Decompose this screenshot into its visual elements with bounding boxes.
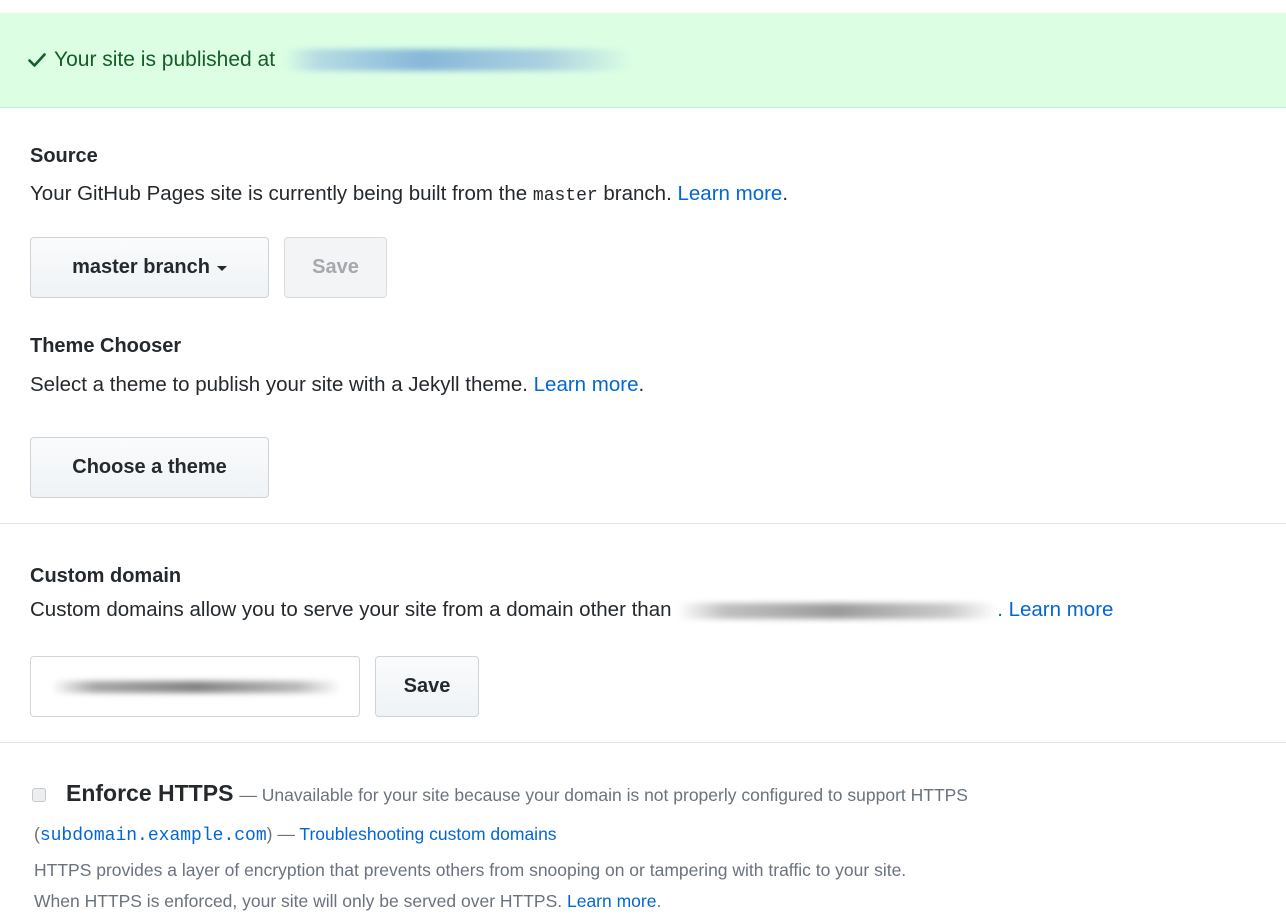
custom-domain-heading: Custom domain <box>30 565 182 587</box>
enforce-https-checkbox[interactable] <box>32 788 46 802</box>
branch-dropdown-label: master branch <box>72 256 210 278</box>
custom-domain-input[interactable] <box>30 656 360 717</box>
paren-close: ) — <box>266 824 295 844</box>
section-divider <box>0 523 1286 524</box>
custom-domain-section: Custom domain Custom domains allow you t… <box>30 565 1286 622</box>
custom-domain-learn-more-link[interactable]: . Learn more <box>997 598 1113 621</box>
https-info-line-1: HTTPS provides a layer of encryption tha… <box>34 860 907 880</box>
github-pages-settings: Your site is published at Source Your Gi… <box>0 0 1286 917</box>
enforce-https-line: Enforce HTTPS — Unavailable for your site… <box>66 780 968 807</box>
source-heading: Source <box>30 145 98 167</box>
https-unavailable-text: — Unavailable for your site because your… <box>239 785 968 805</box>
source-learn-more-link[interactable]: Learn more <box>678 182 783 205</box>
default-domain <box>677 602 998 619</box>
theme-learn-more-link[interactable]: Learn more <box>534 373 639 396</box>
https-info-text-2: When HTTPS is enforced, your site will o… <box>34 891 563 911</box>
theme-description: Select a theme to publish your site with… <box>30 373 1286 397</box>
theme-desc-text: Select a theme to publish your site with… <box>30 373 528 396</box>
source-description: Your GitHub Pages site is currently bein… <box>30 182 1286 206</box>
domain-code: subdomain.example.com <box>39 826 267 846</box>
custom-domain-save-button[interactable]: Save <box>375 656 479 717</box>
source-section: Source Your GitHub Pages site is current… <box>30 145 1286 206</box>
check-icon <box>28 52 46 68</box>
section-divider-2 <box>0 742 1286 743</box>
published-message: Your site is published at <box>54 48 276 71</box>
choose-theme-button[interactable]: Choose a theme <box>30 437 269 498</box>
branch-code: master <box>532 186 598 206</box>
source-period: . <box>782 182 789 205</box>
branch-dropdown-button[interactable]: master branch <box>30 237 269 298</box>
troubleshooting-link[interactable]: Troubleshooting custom domains <box>299 824 556 844</box>
source-desc-suffix: branch. <box>603 182 672 205</box>
source-save-button[interactable]: Save <box>284 237 387 298</box>
published-flash: Your site is published at <box>0 13 1286 108</box>
theme-section: Theme Chooser Select a theme to publish … <box>30 335 1286 397</box>
custom-domain-desc-prefix: Custom domains allow you to serve your s… <box>30 598 672 621</box>
custom-domain-description: Custom domains allow you to serve your s… <box>30 598 1286 622</box>
enforce-https-title: Enforce HTTPS <box>66 780 234 806</box>
https-learn-more-link[interactable]: Learn more <box>567 891 657 911</box>
source-desc-prefix: Your GitHub Pages site is currently bein… <box>30 182 528 205</box>
custom-domain-value <box>51 681 341 693</box>
https-period: . <box>656 891 662 911</box>
theme-period: . <box>638 373 645 396</box>
theme-heading: Theme Chooser <box>30 335 182 357</box>
published-url[interactable] <box>283 49 634 71</box>
https-info-line-2: When HTTPS is enforced, your site will o… <box>34 891 661 912</box>
chevron-down-icon <box>216 266 227 271</box>
https-domain-line: (subdomain.example.com) — Troubleshootin… <box>34 824 557 846</box>
